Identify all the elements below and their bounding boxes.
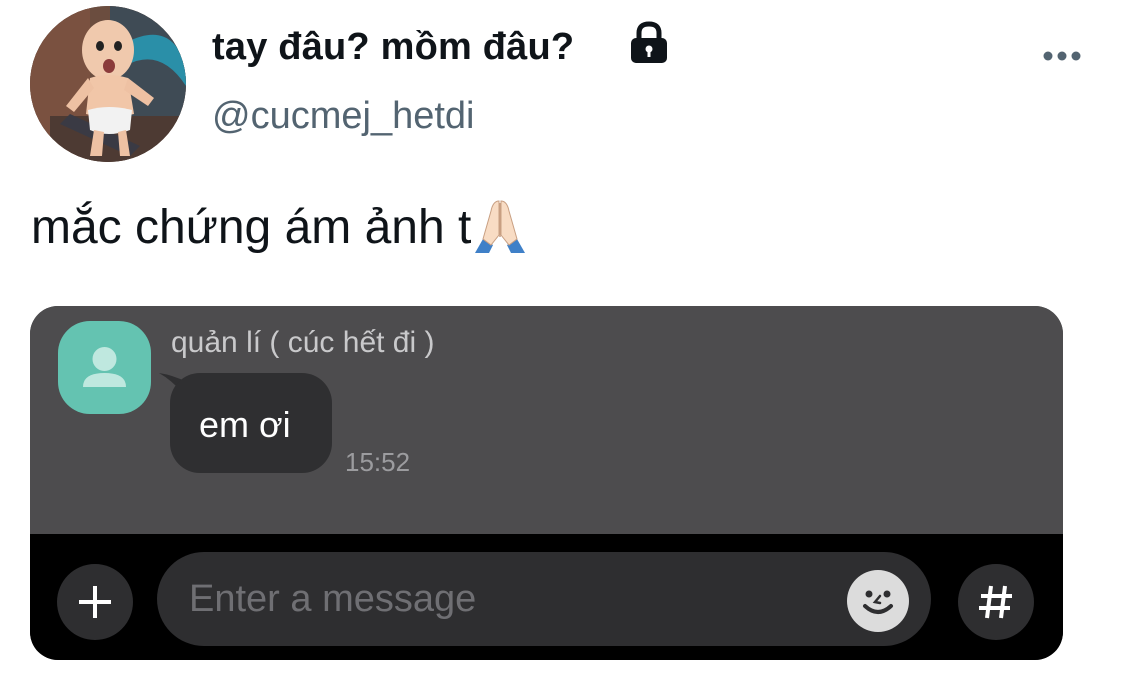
message-placeholder: Enter a message bbox=[189, 578, 477, 620]
contact-name: quản lí ( cúc hết đi ) bbox=[171, 326, 435, 359]
more-options-icon[interactable] bbox=[1041, 49, 1083, 63]
message-input[interactable]: Enter a message bbox=[157, 552, 931, 646]
message-input-bar: Enter a message bbox=[30, 534, 1063, 660]
add-attachment-button[interactable] bbox=[57, 564, 133, 640]
chat-area: quản lí ( cúc hết đi ) em ơi 15:52 bbox=[30, 306, 1063, 534]
tweet-text: mắc chứng ám ảnh t bbox=[31, 199, 529, 255]
folded-hands-emoji bbox=[475, 199, 526, 253]
baby-avatar-image bbox=[30, 6, 186, 162]
user-avatar[interactable] bbox=[30, 6, 186, 162]
hash-icon bbox=[979, 585, 1012, 619]
contact-avatar[interactable] bbox=[58, 321, 151, 414]
plus-icon bbox=[79, 586, 111, 618]
smiley-icon bbox=[863, 590, 893, 614]
user-handle[interactable]: @cucmej_hetdi bbox=[212, 95, 474, 138]
person-icon bbox=[83, 347, 126, 387]
message-text: em ơi bbox=[199, 404, 291, 445]
emoji-button[interactable] bbox=[847, 570, 909, 632]
tweet-text-content: mắc chứng ám ảnh t bbox=[31, 201, 472, 254]
embedded-chat-screenshot: quản lí ( cúc hết đi ) em ơi 15:52 Enter… bbox=[30, 306, 1063, 660]
lock-icon bbox=[631, 21, 667, 63]
display-name[interactable]: tay đâu? mồm đâu? bbox=[212, 26, 574, 69]
message-time: 15:52 bbox=[345, 447, 411, 477]
hashtag-button[interactable] bbox=[958, 564, 1034, 640]
